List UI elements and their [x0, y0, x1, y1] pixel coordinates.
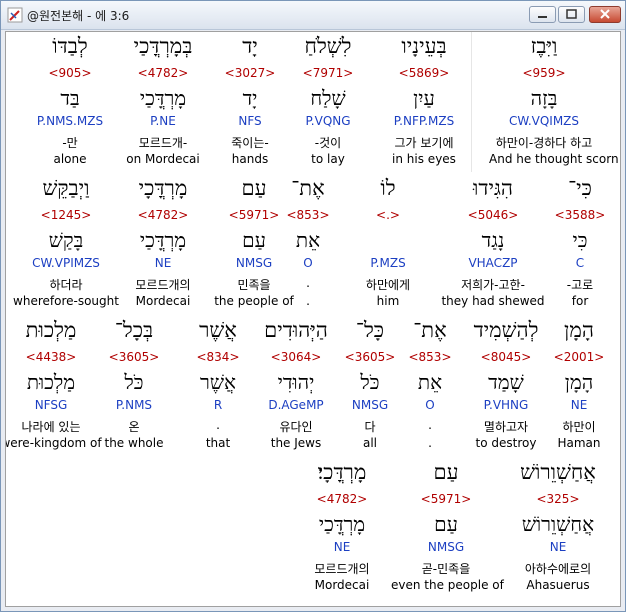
strong-number: <5869> — [398, 66, 450, 80]
morphology-code: P.NMS.MZS — [36, 114, 104, 128]
english-gloss: alone — [53, 152, 87, 166]
hebrew-word: בְּעֵינָיו — [401, 34, 447, 58]
word-cell[interactable]: מָרְדֳּכָי׃ <4782> מָרְדֳּכַי NE 모르드개의 Mordec… — [287, 460, 397, 598]
english-gloss: wherefore-sought — [13, 294, 119, 308]
korean-gloss: 모르드개의 — [135, 278, 191, 292]
morphology-code: CW.VQIMZS — [508, 114, 580, 128]
lemma-word: מָרְדֳּכַי — [139, 228, 187, 252]
korean-gloss: 곧-민족을 — [421, 562, 471, 576]
word-cell[interactable]: עַם <5971> עַם NMSG 곧-민족을 even the people of — [391, 460, 504, 598]
english-gloss: Ahasuerus — [526, 578, 590, 592]
lemma-word: בָּזָה — [530, 86, 558, 110]
hebrew-word: מַלְכוּת — [25, 318, 77, 342]
word-cell[interactable]: וַיְבַקֵּשׁ <1245> בָּקַשׁ CW.VPIMZS 하더라 wher… — [11, 176, 121, 314]
lemma-word: מַלְכוּת — [26, 370, 76, 394]
korean-gloss: 아하수에로의 — [524, 562, 592, 576]
hebrew-word: עַם — [433, 460, 459, 484]
english-gloss: Mordecai — [314, 578, 370, 592]
close-icon — [600, 9, 610, 19]
strong-number: <1245> — [40, 208, 92, 222]
korean-gloss: 그가 보기에 — [394, 136, 454, 150]
hebrew-word: מָרְדֳּכָי — [138, 176, 188, 200]
word-cell[interactable]: הִגִּידוּ <5046> נָגַד VHACZP 저희가-고한-they ha… — [438, 176, 548, 314]
strong-number: <959> — [522, 66, 566, 80]
window-title: @원전본해 - 에 3:6 — [27, 9, 130, 23]
word-cell[interactable]: אֲחַשְׁוֵרוֹשׁ <325> אֲחַשְׁוֵרוֹשׁ NE 아하수에로… — [503, 460, 613, 598]
morphology-code: NE — [333, 540, 351, 554]
korean-gloss: 나라에 있는 — [21, 420, 81, 434]
word-cell[interactable]: וַיִּבֶז <959> בָּזָה CW.VQIMZS 하만이-경하다 하고 An… — [489, 34, 619, 172]
morphology-code: NE — [154, 256, 172, 270]
minimize-icon — [538, 16, 547, 18]
morphology-code: VHACZP — [468, 256, 518, 270]
lemma-word: עַיִן — [413, 86, 435, 110]
morphology-code: NFSG — [34, 398, 68, 412]
strong-number: <4438> — [25, 350, 77, 364]
hebrew-word: מָרְדֳּכָי׃ — [317, 460, 367, 484]
korean-gloss: 하만이-경하다 하고 — [495, 136, 593, 150]
strong-number: <325> — [536, 492, 580, 506]
english-gloss: And he thought scorn — [489, 152, 619, 166]
english-gloss: were-kingdom of — [5, 436, 102, 450]
strong-number: <5046> — [467, 208, 519, 222]
english-gloss: in his eyes — [392, 152, 456, 166]
korean-gloss: 저희가-고한- — [461, 278, 525, 292]
hebrew-word: וַיְבַקֵּשׁ — [42, 176, 90, 200]
app-window: @원전본해 - 에 3:6 וַיִּבֶז <959> בָּזָה CW.VQIM… — [0, 0, 626, 612]
app-icon — [7, 7, 23, 23]
title-bar[interactable]: @원전본해 - 에 3:6 — [1, 1, 625, 30]
morphology-code: P.NFP.MZS — [393, 114, 455, 128]
english-gloss: they had shewed — [441, 294, 545, 308]
maximize-icon — [566, 9, 577, 19]
morphology-code: NE — [549, 540, 567, 554]
interlinear-view[interactable]: וַיִּבֶז <959> בָּזָה CW.VQIMZS 하만이-경하다 하고 An… — [5, 31, 621, 607]
lemma-word: בָּקַשׁ — [48, 228, 84, 252]
strong-number: <5971> — [420, 492, 472, 506]
minimize-button[interactable] — [529, 6, 556, 23]
morphology-code: NMSG — [427, 540, 465, 554]
hebrew-word: אֲחַשְׁוֵרוֹשׁ — [520, 460, 596, 484]
word-cell[interactable]: מַלְכוּת <4438> מַלְכוּת NFSG 나라에 있는 were-kin… — [5, 318, 106, 456]
english-gloss: even the people of — [391, 578, 504, 592]
korean-gloss: 모르드개의 — [314, 562, 370, 576]
strong-number: <4782> — [137, 208, 189, 222]
korean-gloss: -만 — [62, 136, 78, 150]
word-cell[interactable]: מָרְדֳּכָי <4782> מָרְדֳּכַי NE 모르드개의 Mordeca… — [108, 176, 218, 314]
english-gloss: Mordecai — [135, 294, 191, 308]
strong-number: <4782> — [316, 492, 368, 506]
lemma-word: מָרְדֳּכַי — [318, 512, 366, 536]
lemma-word: בַּד — [60, 86, 80, 110]
close-button[interactable] — [589, 6, 621, 23]
hebrew-word: וַיִּבֶז — [530, 34, 558, 58]
lemma-word: אֲחַשְׁוֵרוֹשׁ — [521, 512, 595, 536]
hebrew-word: לְבַדּוֹ — [52, 34, 88, 58]
lemma-word: נָגַד — [481, 228, 505, 252]
hebrew-word: הִגִּידוּ — [473, 176, 513, 200]
maximize-button[interactable] — [558, 6, 585, 23]
korean-gloss: 하더라 — [49, 278, 83, 292]
lemma-word: עַם — [434, 512, 458, 536]
strong-number: <905> — [48, 66, 92, 80]
morphology-code: CW.VPIMZS — [32, 256, 100, 270]
word-cell[interactable]: לְבַדּוֹ <905> בַּד P.NMS.MZS -만 alone — [15, 34, 125, 172]
word-cell[interactable]: בְּעֵינָיו <5869> עַיִן P.NFP.MZS 그가 보기에 in h… — [369, 34, 479, 172]
